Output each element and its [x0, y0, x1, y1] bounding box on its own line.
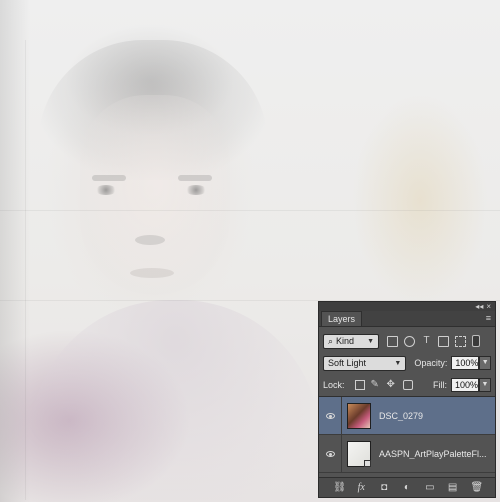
- lock-row: Lock: ✎ ✥ Fill: 100% ▼: [319, 374, 495, 396]
- smart-object-badge-icon: [364, 459, 371, 467]
- lock-transparent-icon[interactable]: [354, 380, 365, 390]
- portrait-mouth: [130, 268, 174, 278]
- blend-mode-value: Soft Light: [328, 358, 367, 368]
- type-filter-icon[interactable]: T: [421, 335, 432, 347]
- opacity-dropdown-button[interactable]: ▼: [479, 356, 491, 370]
- collapse-panel-icon[interactable]: ◂◂: [475, 302, 483, 311]
- panel-menu-icon[interactable]: ≡: [486, 314, 491, 323]
- layer-name: DSC_0279: [379, 410, 424, 421]
- fill-dropdown-button[interactable]: ▼: [479, 378, 491, 392]
- portrait-right-eye: [185, 185, 207, 195]
- panel-tabbar: Layers ≡: [319, 311, 495, 327]
- opacity-input[interactable]: 100%: [451, 356, 480, 370]
- opacity-label: Opacity:: [414, 358, 448, 368]
- eye-icon: [325, 412, 335, 419]
- smart-object-filter-icon[interactable]: [455, 335, 466, 347]
- chevron-down-icon: ▼: [367, 337, 374, 345]
- blend-mode-select[interactable]: Soft Light ▼: [323, 355, 407, 371]
- fx-icon[interactable]: fx: [356, 482, 366, 493]
- adjustment-layer-icon[interactable]: ◐: [402, 482, 412, 493]
- tab-layers[interactable]: Layers: [321, 311, 363, 326]
- visibility-toggle[interactable]: [319, 435, 342, 472]
- link-layers-icon[interactable]: ⛓: [333, 482, 346, 493]
- shape-filter-icon[interactable]: [438, 335, 449, 347]
- lock-label: Lock:: [323, 380, 345, 390]
- add-mask-icon[interactable]: ◘: [379, 482, 389, 493]
- filter-icons: T: [387, 335, 466, 347]
- layers-bottom-bar: ⛓ fx ◘ ◐ ▭ ▤ 🗑: [319, 477, 495, 497]
- portrait-left-eye: [95, 185, 117, 195]
- lock-image-icon[interactable]: ✎: [371, 380, 381, 390]
- layer-row-aaspn-artplay[interactable]: AASPN_ArtPlayPaletteFl...: [319, 435, 495, 473]
- new-layer-icon[interactable]: ▤: [448, 482, 458, 493]
- eye-icon: [325, 450, 335, 457]
- portrait-nose: [135, 235, 165, 245]
- adjustment-filter-icon[interactable]: [404, 335, 415, 347]
- layer-thumbnail: [347, 402, 371, 429]
- filter-row: ⌕ Kind ▼ T: [319, 330, 495, 352]
- layer-thumbnail: [347, 440, 371, 467]
- close-panel-icon[interactable]: ×: [486, 302, 491, 311]
- tab-layers-label: Layers: [328, 314, 356, 324]
- lock-position-icon[interactable]: ✥: [387, 380, 397, 390]
- portrait-right-brow: [178, 175, 212, 181]
- portrait-left-brow: [92, 175, 126, 181]
- group-folder-icon[interactable]: ▭: [425, 482, 435, 493]
- visibility-toggle[interactable]: [319, 397, 342, 434]
- panel-topbar: ◂◂ ×: [319, 302, 495, 311]
- portrait-face: [80, 95, 230, 295]
- layer-list: DSC_0279 AASPN_ArtPlayPaletteFl...: [319, 396, 495, 473]
- kind-filter-value: Kind: [336, 336, 355, 346]
- kind-filter-select[interactable]: ⌕ Kind ▼: [323, 333, 379, 349]
- chevron-down-icon: ▼: [394, 359, 402, 367]
- lock-all-icon[interactable]: [402, 380, 413, 390]
- fill-input[interactable]: 100%: [451, 378, 479, 392]
- layers-panel: ◂◂ × Layers ≡ ⌕ Kind ▼ T Soft Light ▼ Op…: [318, 301, 496, 498]
- search-icon: ⌕: [328, 335, 334, 346]
- layer-row-dsc-0279[interactable]: DSC_0279: [319, 397, 495, 435]
- image-filter-icon[interactable]: [387, 335, 398, 347]
- blend-row: Soft Light ▼ Opacity: 100% ▼: [319, 352, 495, 374]
- paper-fold-line: [25, 40, 26, 500]
- filter-toggle[interactable]: [472, 335, 480, 347]
- fill-label: Fill:: [433, 380, 447, 390]
- paper-fold-line: [0, 210, 500, 211]
- layer-name: AASPN_ArtPlayPaletteFl...: [379, 448, 487, 459]
- portrait-shoulders: [30, 300, 320, 500]
- trash-icon[interactable]: 🗑: [470, 482, 483, 493]
